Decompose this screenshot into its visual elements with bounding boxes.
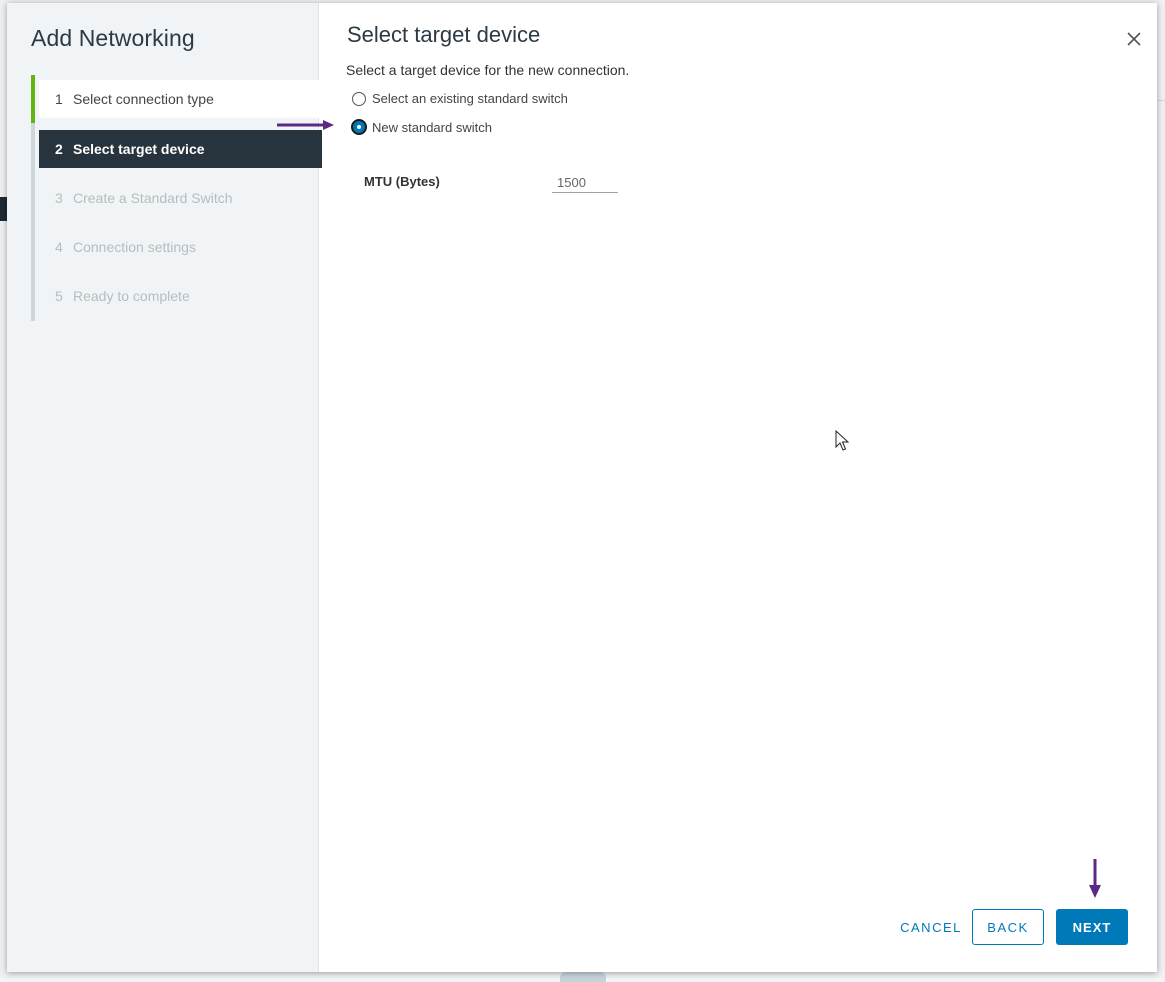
next-button[interactable]: NEXT xyxy=(1056,909,1128,945)
wizard-step-select-target-device[interactable]: 2 Select target device xyxy=(39,130,322,168)
background-toggle xyxy=(560,972,606,982)
background-divider xyxy=(1158,100,1165,101)
wizard-step-create-standard-switch: 3 Create a Standard Switch xyxy=(39,179,322,217)
cancel-button[interactable]: CANCEL xyxy=(893,909,969,945)
radio-button[interactable] xyxy=(352,91,366,106)
dialog-title: Add Networking xyxy=(31,25,195,51)
option-label: Select an existing standard switch xyxy=(372,91,568,106)
step-label: Select connection type xyxy=(73,91,214,107)
arrow-icon xyxy=(277,120,334,130)
step-label: Create a Standard Switch xyxy=(73,190,233,206)
option-label: New standard switch xyxy=(372,119,492,135)
add-networking-dialog: Add Networking 1 Select connection type … xyxy=(7,3,1157,972)
step-number: 3 xyxy=(55,190,63,206)
wizard-steps: 1 Select connection type 2 Select target… xyxy=(31,75,322,321)
wizard-sidebar: Add Networking 1 Select connection type … xyxy=(7,3,322,972)
wizard-step-ready-to-complete: 5 Ready to complete xyxy=(39,277,322,315)
step-number: 1 xyxy=(55,91,63,107)
step-number: 2 xyxy=(55,141,63,157)
wizard-content: Select target device Select a target dev… xyxy=(319,3,1157,972)
mtu-label: MTU (Bytes) xyxy=(364,174,440,189)
radio-button-selected[interactable] xyxy=(351,119,367,135)
wizard-step-connection-settings: 4 Connection settings xyxy=(39,228,322,266)
wizard-step-select-connection-type[interactable]: 1 Select connection type xyxy=(39,80,322,118)
page-subtitle: Select a target device for the new conne… xyxy=(346,62,630,78)
option-existing-standard-switch[interactable]: Select an existing standard switch xyxy=(352,91,568,106)
mouse-cursor-icon xyxy=(835,430,849,451)
mtu-input[interactable] xyxy=(552,173,618,193)
completed-step-indicator xyxy=(31,75,35,123)
back-button[interactable]: BACK xyxy=(972,909,1044,945)
step-number: 4 xyxy=(55,239,63,255)
step-label: Ready to complete xyxy=(73,288,190,304)
arrow-icon xyxy=(1089,859,1101,898)
step-label: Connection settings xyxy=(73,239,196,255)
option-new-standard-switch[interactable]: New standard switch xyxy=(351,119,492,135)
step-label: Select target device xyxy=(73,141,205,157)
step-number: 5 xyxy=(55,288,63,304)
close-icon[interactable] xyxy=(1124,29,1144,49)
page-title: Select target device xyxy=(347,22,541,47)
